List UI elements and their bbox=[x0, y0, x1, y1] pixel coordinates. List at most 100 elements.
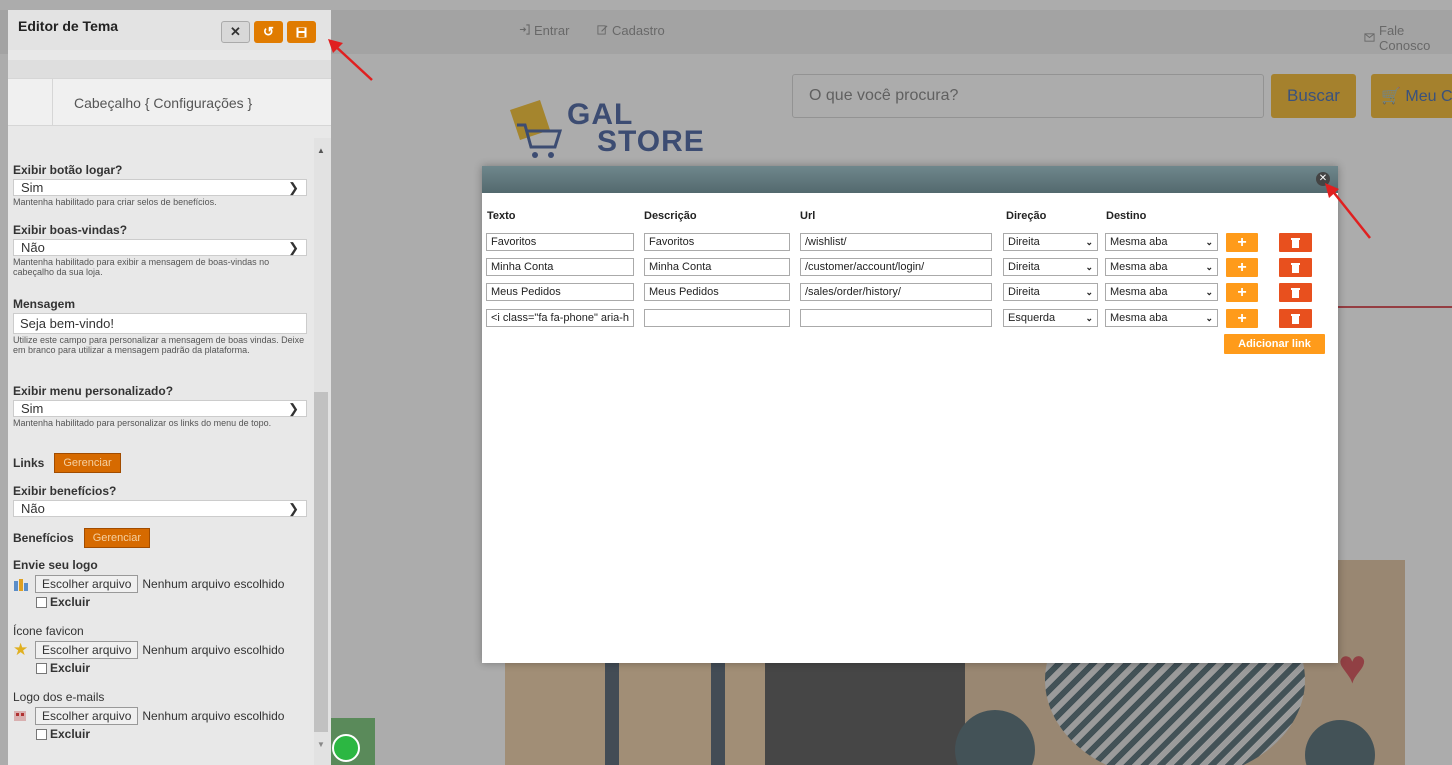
delete-favicon-checkbox-row[interactable]: Excluir bbox=[36, 661, 307, 675]
choose-favicon-file-button[interactable]: Escolher arquivo bbox=[35, 641, 139, 659]
chevron-down-icon: ⌄ bbox=[1205, 286, 1213, 297]
modal-titlebar: ✕ bbox=[482, 166, 1338, 193]
link-direction-select[interactable]: Esquerda ⌄ bbox=[1003, 309, 1098, 327]
link-row: Favoritos Favoritos /wishlist/ Direita ⌄ … bbox=[482, 233, 1338, 253]
undo-button[interactable]: ↺ bbox=[254, 21, 283, 43]
plus-icon: + bbox=[1237, 233, 1247, 251]
undo-icon: ↺ bbox=[263, 24, 274, 39]
chevron-down-icon: ⌄ bbox=[1085, 286, 1093, 297]
choose-logo-file-button[interactable]: Escolher arquivo bbox=[35, 575, 139, 593]
link-target-select[interactable]: Mesma aba ⌄ bbox=[1105, 233, 1218, 251]
link-direction-select[interactable]: Direita ⌄ bbox=[1003, 233, 1098, 251]
link-target-select[interactable]: Mesma aba ⌄ bbox=[1105, 283, 1218, 301]
chevron-down-icon: ❯ bbox=[288, 179, 299, 195]
image-icon bbox=[13, 577, 31, 591]
link-url-input[interactable]: /customer/account/login/ bbox=[800, 258, 992, 276]
chevron-down-icon: ⌄ bbox=[1205, 312, 1213, 323]
chevron-down-icon: ❯ bbox=[288, 400, 299, 416]
chevron-down-icon: ❯ bbox=[288, 239, 299, 255]
benefits-row: Benefícios Gerenciar bbox=[13, 528, 150, 548]
save-button[interactable] bbox=[287, 21, 316, 43]
whatsapp-icon[interactable] bbox=[332, 734, 360, 762]
delete-favicon-checkbox[interactable] bbox=[36, 662, 47, 674]
link-row: <i class="fa fa-phone" aria-h Esquerda ⌄ … bbox=[482, 309, 1338, 329]
manage-benefits-button[interactable]: Gerenciar bbox=[83, 528, 150, 548]
link-row: Minha Conta Minha Conta /customer/accoun… bbox=[482, 258, 1338, 278]
section-tab-back[interactable] bbox=[8, 79, 53, 125]
editor-toolbar-strip bbox=[8, 60, 331, 78]
add-link-button[interactable]: Adicionar link bbox=[1224, 334, 1325, 354]
link-description-input[interactable]: Favoritos bbox=[644, 233, 790, 251]
editor-title: Editor de Tema bbox=[18, 18, 119, 34]
link-description-input[interactable] bbox=[644, 309, 790, 327]
delete-row-button[interactable] bbox=[1279, 309, 1312, 328]
chevron-down-icon: ⌄ bbox=[1085, 261, 1093, 272]
editor-header: Editor de Tema ✕ ↺ bbox=[8, 10, 331, 50]
custom-menu-select[interactable]: Sim ❯ bbox=[13, 400, 307, 417]
star-icon: ★ bbox=[13, 640, 29, 659]
link-url-input[interactable]: /sales/order/history/ bbox=[800, 283, 992, 301]
link-text-input[interactable]: <i class="fa fa-phone" aria-h bbox=[486, 309, 634, 327]
plus-icon: + bbox=[1237, 283, 1247, 301]
chevron-down-icon: ⌄ bbox=[1205, 236, 1213, 247]
link-text-input[interactable]: Minha Conta bbox=[486, 258, 634, 276]
link-description-input[interactable]: Minha Conta bbox=[644, 258, 790, 276]
login-button-select[interactable]: Sim ❯ bbox=[13, 179, 307, 196]
add-row-button[interactable]: + bbox=[1226, 309, 1258, 328]
chevron-down-icon: ⌄ bbox=[1205, 261, 1213, 272]
trash-icon bbox=[1291, 263, 1300, 273]
link-target-select[interactable]: Mesma aba ⌄ bbox=[1105, 258, 1218, 276]
scroll-down-icon[interactable]: ▼ bbox=[317, 740, 325, 749]
login-button-field: Exibir botão logar? Sim ❯ Mantenha habil… bbox=[13, 163, 307, 207]
section-tab-header[interactable]: Cabeçalho { Configurações } bbox=[8, 78, 331, 126]
add-row-button[interactable]: + bbox=[1226, 233, 1258, 252]
welcome-field: Exibir boas-vindas? Não ❯ Mantenha habil… bbox=[13, 223, 307, 277]
link-description-input[interactable]: Meus Pedidos bbox=[644, 283, 790, 301]
add-row-button[interactable]: + bbox=[1226, 283, 1258, 302]
delete-email-logo-checkbox-row[interactable]: Excluir bbox=[36, 727, 307, 741]
link-url-input[interactable] bbox=[800, 309, 992, 327]
delete-row-button[interactable] bbox=[1279, 233, 1312, 252]
message-field: Mensagem Seja bem-vindo! Utilize este ca… bbox=[13, 297, 307, 355]
link-direction-select[interactable]: Direita ⌄ bbox=[1003, 258, 1098, 276]
annotation-arrow-icon bbox=[328, 39, 373, 81]
delete-row-button[interactable] bbox=[1279, 258, 1312, 277]
welcome-select[interactable]: Não ❯ bbox=[13, 239, 307, 256]
close-editor-button[interactable]: ✕ bbox=[221, 21, 250, 43]
link-text-input[interactable]: Favoritos bbox=[486, 233, 634, 251]
link-row: Meus Pedidos Meus Pedidos /sales/order/h… bbox=[482, 283, 1338, 303]
chevron-down-icon: ⌄ bbox=[1085, 236, 1093, 247]
section-tab-label: Cabeçalho { Configurações } bbox=[74, 95, 253, 111]
plus-icon: + bbox=[1237, 309, 1247, 327]
manage-links-button[interactable]: Gerenciar bbox=[54, 453, 121, 473]
favicon-upload-field: Ícone favicon ★ Escolher arquivo Nenhum … bbox=[13, 624, 307, 675]
benefits-show-select[interactable]: Não ❯ bbox=[13, 500, 307, 517]
scroll-up-icon[interactable]: ▲ bbox=[317, 146, 325, 155]
delete-logo-checkbox[interactable] bbox=[36, 596, 47, 608]
delete-row-button[interactable] bbox=[1279, 283, 1312, 302]
chevron-down-icon: ❯ bbox=[288, 500, 299, 516]
annotation-arrow-icon bbox=[1325, 183, 1371, 239]
choose-email-logo-file-button[interactable]: Escolher arquivo bbox=[35, 707, 139, 725]
delete-logo-checkbox-row[interactable]: Excluir bbox=[36, 595, 307, 609]
editor-scrollbar-thumb[interactable] bbox=[314, 392, 328, 732]
save-icon bbox=[296, 27, 307, 37]
link-url-input[interactable]: /wishlist/ bbox=[800, 233, 992, 251]
link-text-input[interactable]: Meus Pedidos bbox=[486, 283, 634, 301]
column-header-text: Texto bbox=[487, 210, 516, 222]
trash-icon bbox=[1291, 238, 1300, 248]
delete-email-logo-checkbox[interactable] bbox=[36, 728, 47, 740]
link-target-select[interactable]: Mesma aba ⌄ bbox=[1105, 309, 1218, 327]
logo-upload-field: Envie seu logo Escolher arquivo Nenhum a… bbox=[13, 558, 307, 609]
column-header-description: Descrição bbox=[644, 210, 697, 222]
trash-icon bbox=[1291, 288, 1300, 298]
message-input[interactable]: Seja bem-vindo! bbox=[13, 313, 307, 334]
column-header-url: Url bbox=[800, 210, 816, 222]
trash-icon bbox=[1291, 314, 1300, 324]
email-image-icon bbox=[13, 709, 31, 723]
add-row-button[interactable]: + bbox=[1226, 258, 1258, 277]
link-direction-select[interactable]: Direita ⌄ bbox=[1003, 283, 1098, 301]
email-logo-upload-field: Logo dos e-mails Escolher arquivo Nenhum… bbox=[13, 690, 307, 741]
close-icon: ✕ bbox=[230, 24, 241, 39]
links-modal: ✕ Texto Descrição Url Direção Destino Fa… bbox=[482, 166, 1338, 663]
